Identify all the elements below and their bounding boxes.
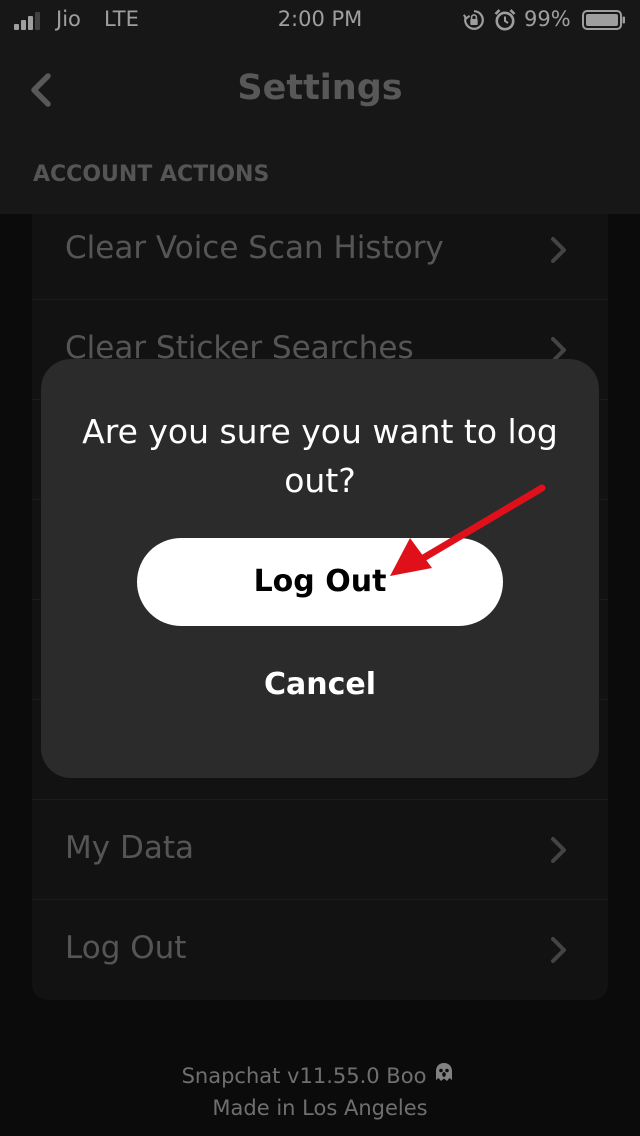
annotation-arrow-icon bbox=[390, 484, 546, 576]
cancel-button[interactable]: Cancel bbox=[220, 655, 420, 715]
